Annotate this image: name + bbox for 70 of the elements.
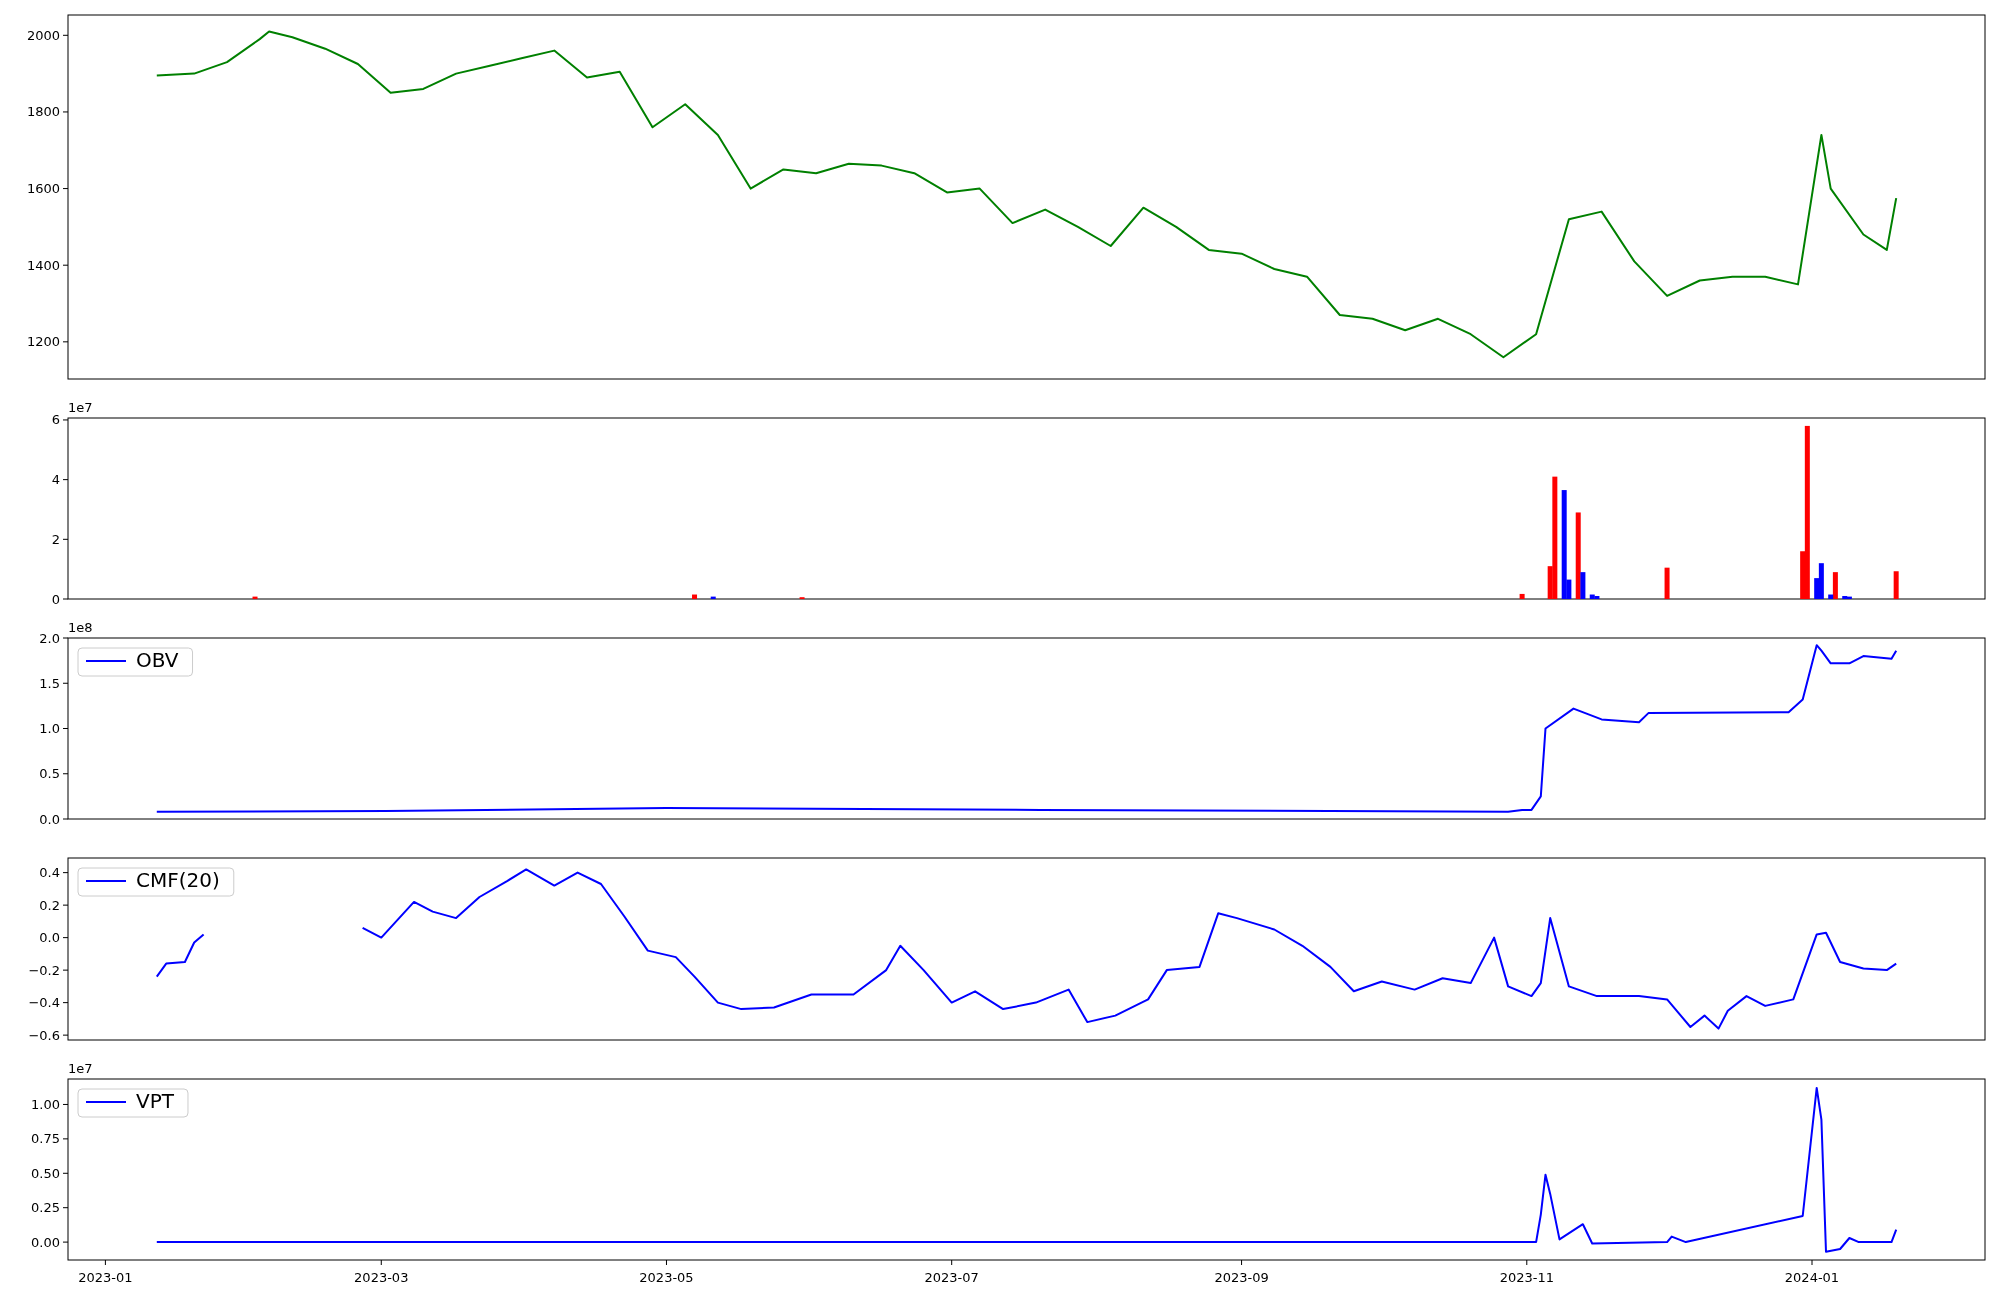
y-tick-label: 1.5 [39, 675, 60, 691]
tick-mark [62, 341, 69, 343]
x-tick-label: 2023-01 [78, 1270, 133, 1285]
tick-mark [666, 1259, 667, 1266]
legend-label: CMF(20) [136, 868, 220, 892]
tick-mark [62, 34, 69, 36]
y-tick-label: 0.75 [31, 1131, 60, 1147]
tick-mark [1526, 1259, 1528, 1266]
y-tick-label: 0.2 [39, 897, 60, 913]
y-tick-label: 0.4 [39, 865, 60, 881]
legend-label: VPT [136, 1089, 174, 1113]
y-tick-label: 2000 [26, 27, 60, 43]
y-tick-label: 0.0 [39, 811, 60, 827]
y-tick-label: 0.50 [31, 1165, 60, 1181]
tick-mark [62, 598, 69, 600]
tick-mark [1811, 1259, 1813, 1266]
y-tick-label: 1.00 [31, 1096, 60, 1112]
y-tick-label: 0 [51, 591, 60, 607]
y-tick-label: 1200 [26, 334, 60, 350]
x-tick-label: 2023-03 [354, 1270, 409, 1285]
y-tick-label: −0.2 [28, 962, 60, 978]
tick-mark [62, 1172, 69, 1174]
tick-mark [62, 1034, 69, 1036]
tick-mark [62, 728, 69, 729]
y-tick-label: −0.4 [28, 995, 60, 1011]
tick-mark [62, 1207, 69, 1209]
tick-mark [62, 538, 69, 540]
y-tick-label: 1400 [26, 257, 60, 273]
x-tick-label: 2023-05 [639, 1270, 694, 1285]
tick-mark [62, 773, 69, 775]
y-tick-label: −0.6 [28, 1027, 60, 1043]
tick-mark [62, 264, 69, 266]
y-tick-label: 0.5 [39, 766, 60, 782]
legend-label: OBV [136, 648, 179, 672]
tick-mark [951, 1259, 953, 1266]
tick-mark [62, 904, 69, 906]
y-tick-label: 0.25 [31, 1200, 60, 1216]
tick-mark [62, 1002, 69, 1004]
tick-mark [62, 111, 69, 113]
tick-mark [1241, 1259, 1243, 1266]
x-tick-label: 2023-11 [1499, 1270, 1554, 1285]
x-tick-label: 2023-09 [1214, 1270, 1269, 1285]
tick-mark [62, 479, 69, 481]
tick-mark [62, 872, 69, 874]
tick-mark [62, 637, 69, 639]
y-tick-label: 2 [51, 531, 60, 547]
y-tick-label: 1.0 [39, 721, 60, 736]
tick-mark [62, 937, 69, 939]
tick-mark [62, 188, 69, 190]
y-tick-label: 6 [51, 412, 60, 428]
tick-mark [62, 1241, 69, 1243]
tick-mark [104, 1259, 106, 1266]
tick-mark [62, 682, 69, 684]
y-tick-label: 2.0 [39, 630, 60, 646]
axis-scale-label: 1e7 [68, 400, 93, 415]
y-tick-label: 0.0 [39, 930, 60, 946]
tick-mark [62, 1138, 69, 1140]
tick-mark [62, 1103, 69, 1105]
tick-mark [380, 1259, 382, 1266]
y-tick-label: 1600 [26, 181, 60, 197]
x-tick-label: 2023-07 [924, 1270, 979, 1285]
axis-scale-label: 1e8 [68, 620, 93, 635]
y-tick-label: 0.00 [31, 1234, 60, 1250]
tick-mark [62, 969, 69, 971]
x-tick-label: 2024-01 [1784, 1270, 1840, 1285]
tick-mark [62, 818, 69, 820]
y-tick-label: 1800 [26, 104, 60, 120]
axis-scale-label: 1e7 [68, 1061, 93, 1076]
tick-mark [62, 419, 69, 421]
y-tick-label: 4 [51, 472, 60, 488]
